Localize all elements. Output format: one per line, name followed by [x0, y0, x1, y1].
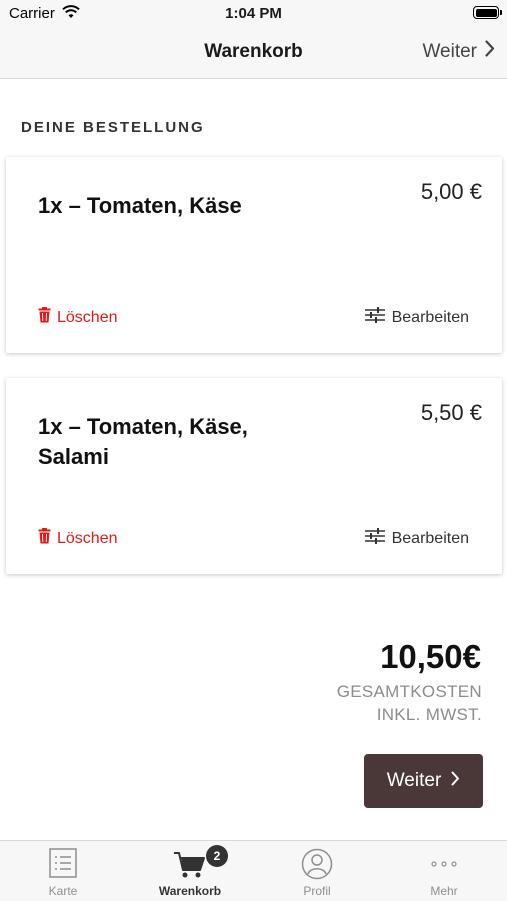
trash-icon [38, 307, 51, 328]
checkout-next-button[interactable]: Weiter [364, 754, 483, 808]
item-price: 5,50 € [421, 400, 482, 426]
battery-icon [473, 6, 499, 19]
total-amount: 10,50€ [380, 638, 481, 676]
navigation-bar: Warenkorb Weiter [0, 28, 507, 79]
edit-label: Bearbeiten [392, 309, 469, 327]
tab-label: Karte [0, 884, 126, 898]
delete-button[interactable]: Löschen [38, 307, 118, 328]
status-time: 1:04 PM [0, 5, 507, 22]
tab-label: Warenkorb [127, 884, 253, 898]
checkout-button-label: Weiter [387, 770, 442, 792]
profile-icon [254, 848, 380, 880]
section-title: DEINE BESTELLUNG [21, 119, 205, 136]
nav-next-label: Weiter [422, 41, 477, 63]
tab-bar: Karte 2 Warenkorb Profil [0, 840, 507, 901]
tab-label: Profil [254, 884, 380, 898]
item-title: 1x – Tomaten, Käse, Salami [38, 412, 268, 472]
total-label: GESAMTKOSTEN INKL. MWST. [337, 680, 482, 726]
status-bar: Carrier 1:04 PM [0, 0, 507, 28]
cart-icon [127, 848, 253, 880]
edit-label: Bearbeiten [392, 530, 469, 548]
order-item-card: 1x – Tomaten, Käse 5,00 € Löschen [6, 157, 502, 353]
menu-list-icon [0, 848, 126, 880]
tab-warenkorb[interactable]: 2 Warenkorb [127, 841, 253, 901]
tab-karte[interactable]: Karte [0, 841, 126, 901]
total-label-line2: INKL. MWST. [337, 703, 482, 726]
item-price: 5,00 € [421, 179, 482, 205]
edit-button[interactable]: Bearbeiten [365, 307, 469, 328]
item-title: 1x – Tomaten, Käse [38, 191, 268, 221]
tab-label: Mehr [381, 884, 507, 898]
more-icon [381, 848, 507, 880]
order-item-card: 1x – Tomaten, Käse, Salami 5,50 € Lösche… [6, 378, 502, 574]
sliders-icon [365, 307, 385, 328]
tab-mehr[interactable]: Mehr [381, 841, 507, 901]
edit-button[interactable]: Bearbeiten [365, 528, 469, 549]
chevron-right-icon [451, 770, 460, 792]
sliders-icon [365, 528, 385, 549]
trash-icon [38, 528, 51, 549]
total-label-line1: GESAMTKOSTEN [337, 680, 482, 703]
delete-button[interactable]: Löschen [38, 528, 118, 549]
delete-label: Löschen [57, 530, 118, 548]
nav-next-button[interactable]: Weiter [422, 40, 495, 63]
delete-label: Löschen [57, 309, 118, 327]
tab-profil[interactable]: Profil [254, 841, 380, 901]
cart-count-badge: 2 [206, 845, 228, 867]
chevron-right-icon [485, 40, 495, 63]
